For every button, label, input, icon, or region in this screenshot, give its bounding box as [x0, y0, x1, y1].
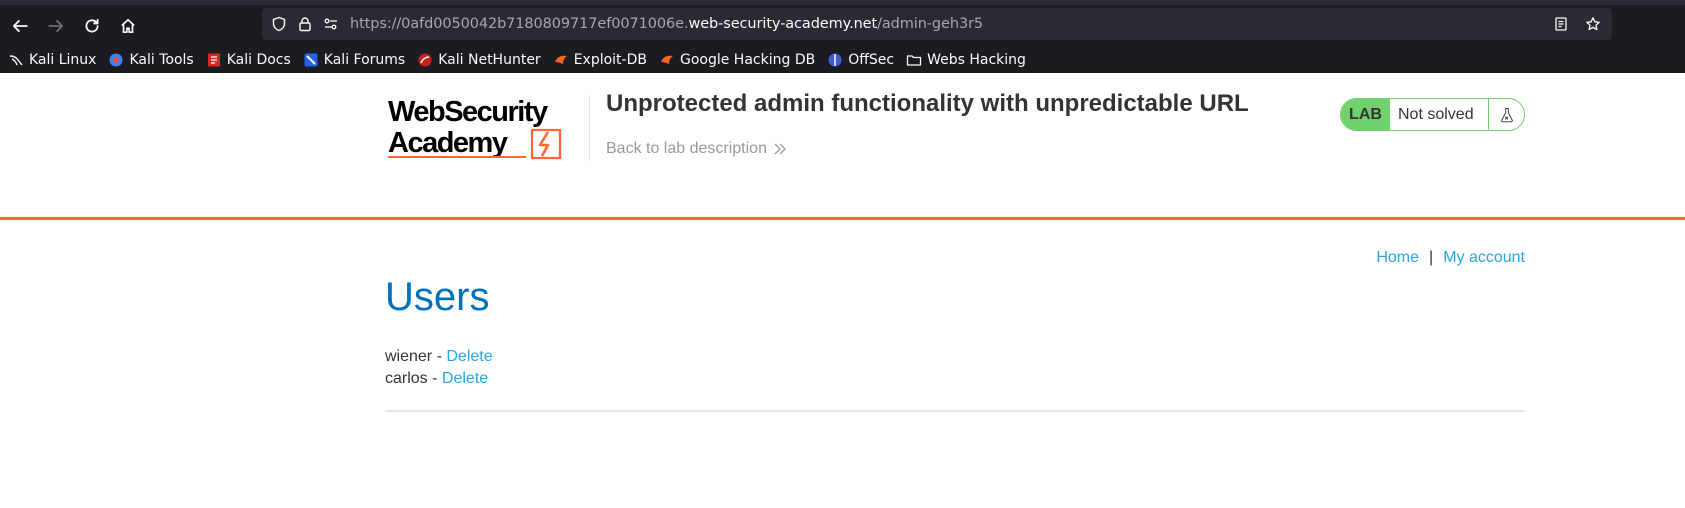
bookmark-kali-nethunter[interactable]: Kali NetHunter: [417, 51, 541, 68]
kali-docs-icon: [206, 52, 222, 68]
logo-line1: WebSecurity: [388, 96, 548, 128]
user-name: wiener: [385, 348, 433, 365]
bookmark-folder-webs-hacking[interactable]: Webs Hacking: [906, 52, 1026, 68]
back-arrow-icon[interactable]: [2, 10, 38, 42]
bookmark-label: Kali NetHunter: [438, 51, 541, 68]
home-icon[interactable]: [110, 10, 146, 42]
bookmarks-toolbar: Kali Linux Kali Tools Kali Docs Kali For…: [0, 46, 1685, 73]
google-hacking-db-icon: [659, 52, 675, 68]
list-item: carlos - Delete: [385, 368, 493, 390]
url-host: web-security-academy.net: [688, 16, 878, 32]
browser-toolbar: https://0afd0050042b7180809717ef0071006e…: [0, 5, 1685, 46]
lab-title: Unprotected admin functionality with unp…: [606, 90, 1249, 117]
reload-icon[interactable]: [74, 10, 110, 42]
kali-nethunter-icon: [417, 52, 433, 68]
url-path: /admin-geh3r5: [877, 16, 984, 32]
user-list: wiener - Delete carlos - Delete: [385, 346, 493, 390]
my-account-link[interactable]: My account: [1443, 249, 1525, 266]
home-link[interactable]: Home: [1376, 249, 1419, 266]
permissions-icon[interactable]: [318, 8, 344, 40]
delete-wiener-link[interactable]: Delete: [446, 348, 492, 365]
bookmark-label: Kali Linux: [29, 51, 97, 68]
content-divider: [385, 410, 1525, 412]
bookmark-label: Kali Docs: [226, 51, 291, 68]
back-link-label: Back to lab description: [606, 140, 767, 157]
bookmark-kali-linux[interactable]: Kali Linux: [8, 52, 96, 68]
offsec-icon: [827, 52, 843, 68]
bookmark-star-icon[interactable]: [1580, 8, 1606, 40]
bookmark-label: OffSec: [848, 51, 895, 68]
list-item: wiener - Delete: [385, 346, 493, 368]
logo-line2: Academy: [388, 127, 508, 159]
exploit-db-icon: [553, 52, 569, 68]
lab-status-text: Not solved: [1398, 105, 1474, 123]
browser-chrome: https://0afd0050042b7180809717ef0071006e…: [0, 0, 1685, 73]
user-name: carlos: [385, 370, 428, 387]
bookmark-kali-docs[interactable]: Kali Docs: [206, 52, 291, 68]
bookmark-kali-tools[interactable]: Kali Tools: [108, 51, 194, 68]
url-text[interactable]: https://0afd0050042b7180809717ef0071006e…: [350, 16, 983, 32]
bookmark-label: Exploit-DB: [573, 51, 647, 68]
web-security-academy-logo[interactable]: WebSecurity Academy: [386, 93, 586, 163]
reader-view-icon[interactable]: [1548, 8, 1574, 40]
folder-icon: [906, 52, 922, 68]
address-bar[interactable]: https://0afd0050042b7180809717ef0071006e…: [262, 8, 1612, 40]
lab-header: WebSecurity Academy Unprotected admin fu…: [0, 73, 1685, 220]
delete-carlos-link[interactable]: Delete: [442, 370, 488, 387]
url-prefix: https://0afd0050042b7180809717ef0071006e…: [350, 16, 689, 32]
kali-forums-icon: [303, 52, 319, 68]
bookmark-google-hacking-db[interactable]: Google Hacking DB: [659, 52, 815, 68]
shield-icon[interactable]: [266, 8, 292, 40]
nav-separator: |: [1429, 249, 1434, 266]
bookmark-label: Kali Forums: [323, 51, 406, 68]
header-divider: [589, 95, 590, 161]
lab-tag: LAB: [1341, 99, 1390, 130]
top-navigation: Home | My account: [1376, 249, 1525, 267]
kali-dragon-icon: [8, 52, 24, 68]
bookmark-label: Google Hacking DB: [679, 51, 816, 68]
user-dash: -: [432, 348, 447, 365]
bookmark-label: Webs Hacking: [927, 51, 1026, 68]
bookmark-kali-forums[interactable]: Kali Forums: [303, 52, 405, 68]
bookmark-exploit-db[interactable]: Exploit-DB: [553, 52, 647, 68]
flask-icon: [1488, 99, 1524, 130]
users-heading: Users: [385, 275, 490, 319]
forward-arrow-icon[interactable]: [38, 10, 74, 42]
bookmark-label: Kali Tools: [129, 51, 194, 68]
kali-tools-icon: [108, 52, 124, 68]
page-content: WebSecurity Academy Unprotected admin fu…: [0, 73, 1685, 508]
lock-icon[interactable]: [292, 8, 318, 40]
double-chevron-right-icon: [774, 143, 786, 155]
user-dash: -: [427, 370, 442, 387]
back-to-lab-description-link[interactable]: Back to lab description: [606, 140, 787, 158]
lab-status-widget: LAB Not solved: [1340, 98, 1525, 131]
bookmark-offsec[interactable]: OffSec: [827, 52, 894, 68]
